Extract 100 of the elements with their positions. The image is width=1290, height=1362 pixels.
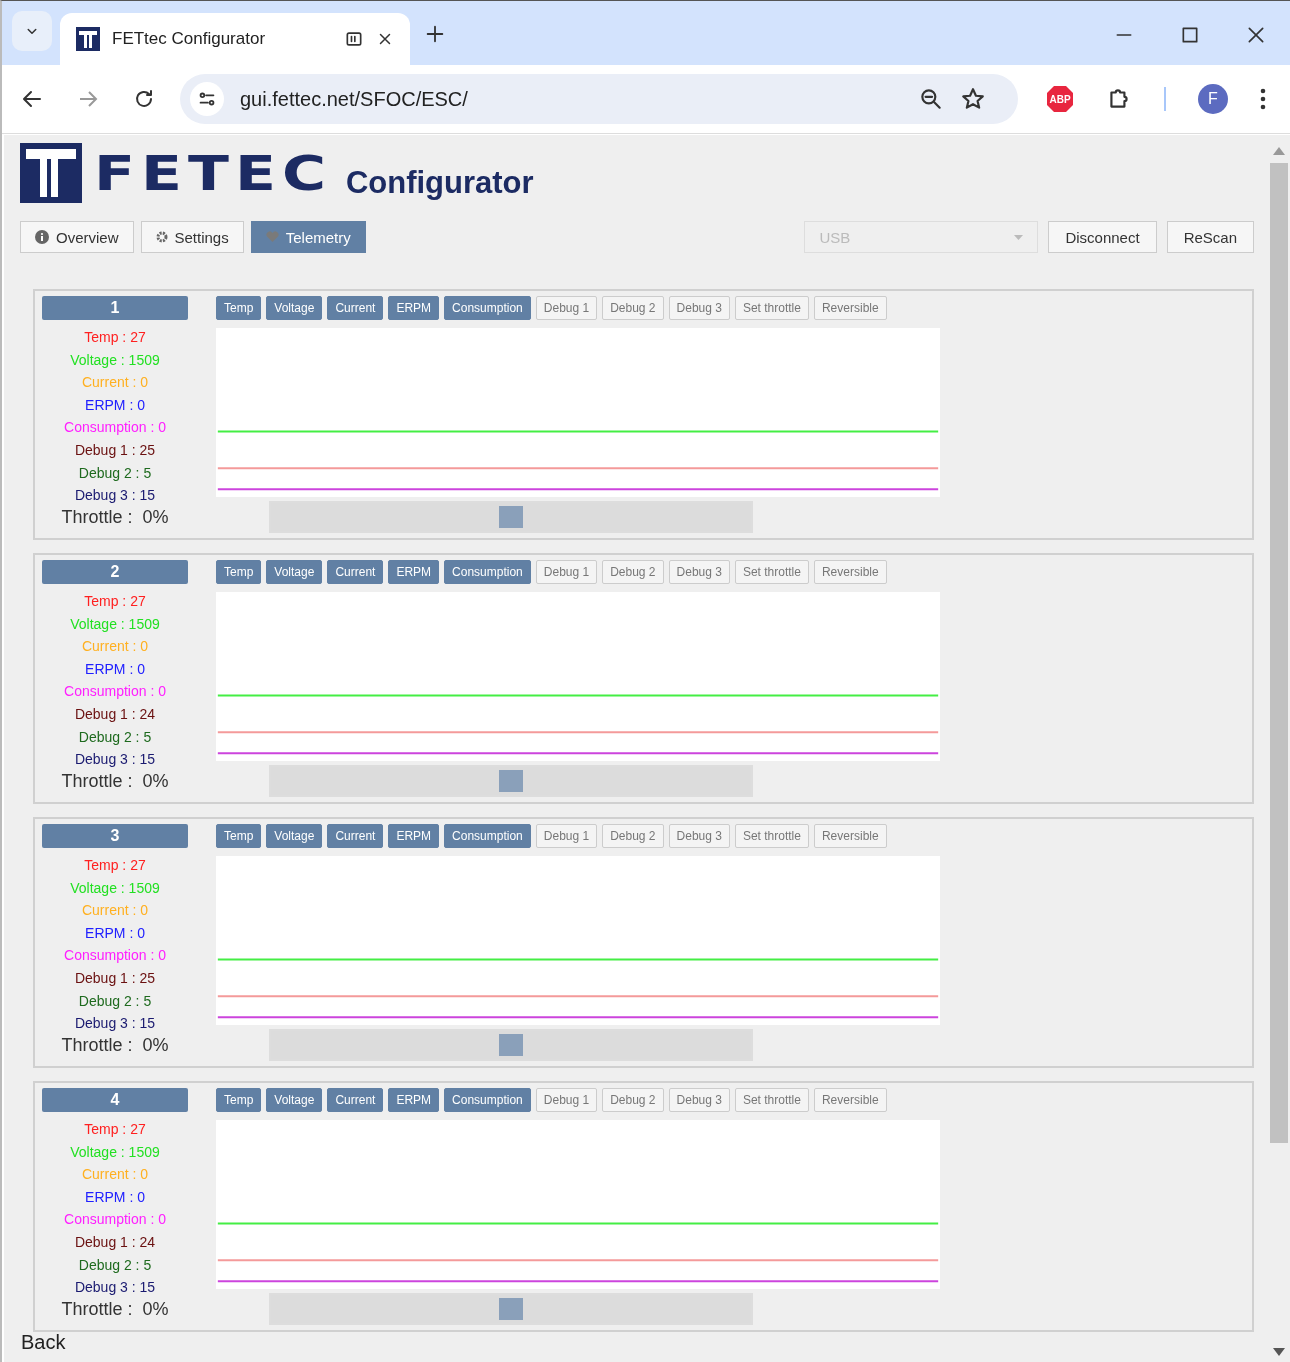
graph-toggle[interactable]: Debug 1 bbox=[535, 824, 598, 848]
graph-toggle[interactable]: Consumption bbox=[444, 296, 531, 320]
graph-toggle[interactable]: Current bbox=[327, 560, 384, 584]
telemetry-readout: Debug 2 : 5 bbox=[78, 1255, 152, 1275]
slider-thumb[interactable] bbox=[499, 506, 523, 529]
graph-toggle[interactable]: Set throttle bbox=[734, 824, 809, 848]
browser-tab[interactable]: FETtec Configurator bbox=[60, 13, 410, 65]
telemetry-readout: Current : 0 bbox=[81, 1165, 149, 1185]
graph-toggle[interactable]: Consumption bbox=[444, 1088, 531, 1112]
telemetry-readout: Debug 3 : 15 bbox=[74, 1014, 156, 1034]
graph-toggle[interactable]: Set throttle bbox=[734, 1088, 809, 1112]
address-bar[interactable]: gui.fettec.net/SFOC/ESC/ bbox=[180, 74, 1018, 124]
graph-toggle[interactable]: Reversible bbox=[813, 560, 887, 584]
graph-toggle[interactable]: Debug 3 bbox=[668, 296, 730, 320]
plus-icon[interactable] bbox=[424, 23, 446, 45]
telemetry-readout: Debug 2 : 5 bbox=[78, 463, 152, 483]
telemetry-readout: Debug 3 : 15 bbox=[74, 486, 156, 506]
graph-toggle[interactable]: Current bbox=[327, 824, 384, 848]
info-icon bbox=[35, 230, 49, 244]
esc-number-header: 4 bbox=[42, 1088, 188, 1112]
graph-toggle[interactable]: Debug 2 bbox=[602, 824, 664, 848]
graph-toggle[interactable]: Debug 1 bbox=[535, 560, 598, 584]
app-title: Configurator bbox=[345, 165, 534, 201]
graph-toggle[interactable]: Reversible bbox=[813, 296, 887, 320]
telemetry-readout: Temp : 27 bbox=[84, 1120, 146, 1139]
graph-toggle[interactable]: ERPM bbox=[388, 560, 440, 584]
maximize-icon[interactable] bbox=[1180, 25, 1200, 45]
graph-toggle[interactable]: Voltage bbox=[266, 824, 323, 848]
zoom-out-icon[interactable] bbox=[918, 86, 944, 112]
action-button[interactable]: ReScan bbox=[1166, 221, 1254, 253]
logo-wordmark: FETEC bbox=[94, 149, 332, 197]
graph-toggle[interactable]: Set throttle bbox=[734, 296, 809, 320]
telemetry-readout: Voltage : 1509 bbox=[70, 1142, 160, 1162]
graph-toggle[interactable]: Debug 1 bbox=[535, 1088, 598, 1112]
telemetry-readout: Consumption : 0 bbox=[64, 1210, 166, 1230]
graph-toggle[interactable]: Current bbox=[327, 296, 384, 320]
telemetry-readout: Debug 2 : 5 bbox=[78, 727, 152, 747]
telemetry-readout: Debug 1 : 24 bbox=[74, 1232, 156, 1252]
graph-toggle[interactable]: ERPM bbox=[388, 296, 440, 320]
graph-toggle[interactable]: Debug 2 bbox=[602, 296, 664, 320]
profile-avatar[interactable]: F bbox=[1198, 84, 1228, 114]
telemetry-readout: ERPM : 0 bbox=[85, 659, 145, 679]
tab-title: FETtec Configurator bbox=[112, 29, 267, 49]
throttle-slider[interactable] bbox=[269, 501, 753, 533]
graph-toggle[interactable]: ERPM bbox=[388, 1088, 440, 1112]
graph-toggle[interactable]: Current bbox=[327, 1088, 384, 1112]
graph-toggle[interactable]: Voltage bbox=[266, 1088, 323, 1112]
graph-toggle[interactable]: Reversible bbox=[813, 824, 887, 848]
graph-toggle[interactable]: Debug 2 bbox=[602, 560, 664, 584]
nav-tab[interactable]: Settings bbox=[140, 221, 244, 253]
esc-number-header: 2 bbox=[42, 560, 188, 584]
graph-toggle[interactable]: Consumption bbox=[444, 824, 531, 848]
graph-toggle[interactable]: Temp bbox=[216, 1088, 262, 1112]
nav-tab[interactable]: Telemetry bbox=[250, 221, 366, 253]
esc-number-header: 3 bbox=[42, 824, 188, 848]
throttle-slider[interactable] bbox=[269, 1293, 753, 1325]
telemetry-readout: Debug 1 : 24 bbox=[74, 704, 156, 724]
graph-toggle[interactable]: Voltage bbox=[266, 296, 323, 320]
telemetry-readout: Current : 0 bbox=[81, 373, 149, 393]
graph-toggle[interactable]: Debug 3 bbox=[668, 1088, 730, 1112]
throttle-slider[interactable] bbox=[269, 765, 753, 797]
back-link[interactable]: Back bbox=[21, 1331, 66, 1354]
graph-toggle[interactable]: Debug 2 bbox=[602, 1088, 664, 1112]
graph-toggle[interactable]: Temp bbox=[216, 824, 262, 848]
scrollbar-thumb[interactable] bbox=[1270, 163, 1288, 1143]
memory-chip-icon[interactable] bbox=[344, 29, 364, 49]
telemetry-readout: Voltage : 1509 bbox=[70, 350, 160, 370]
graph-toggle[interactable]: Set throttle bbox=[734, 560, 809, 584]
telemetry-readout: ERPM : 0 bbox=[85, 923, 145, 943]
menu-icon[interactable] bbox=[1260, 88, 1266, 110]
graph-toggle[interactable]: Voltage bbox=[266, 560, 323, 584]
nav-tab[interactable]: Overview bbox=[20, 221, 134, 253]
throttle-slider[interactable] bbox=[269, 1029, 753, 1061]
esc-number-header: 1 bbox=[42, 296, 188, 320]
telemetry-readout: Current : 0 bbox=[81, 637, 149, 657]
scroll-down-icon[interactable] bbox=[1273, 1348, 1285, 1356]
url-text: gui.fettec.net/SFOC/ESC/ bbox=[240, 87, 469, 111]
graph-toggle[interactable]: Reversible bbox=[813, 1088, 887, 1112]
graph-toggle[interactable]: Debug 3 bbox=[668, 824, 730, 848]
graph-toggle[interactable]: Debug 1 bbox=[535, 296, 598, 320]
slider-thumb[interactable] bbox=[499, 1298, 523, 1321]
graph-toggle[interactable]: Temp bbox=[216, 560, 262, 584]
telemetry-readout: Voltage : 1509 bbox=[70, 614, 160, 634]
action-button[interactable]: Disconnect bbox=[1048, 221, 1157, 253]
slider-thumb[interactable] bbox=[499, 1034, 523, 1057]
telemetry-readout: Consumption : 0 bbox=[64, 418, 166, 438]
graph-toggle[interactable]: ERPM bbox=[388, 824, 440, 848]
stop-sign-icon[interactable]: ABP bbox=[1046, 85, 1074, 113]
telemetry-readout: Current : 0 bbox=[81, 901, 149, 921]
star-icon[interactable] bbox=[960, 86, 986, 112]
telemetry-readout: Voltage : 1509 bbox=[70, 878, 160, 898]
graph-toggle[interactable]: Temp bbox=[216, 296, 262, 320]
telemetry-readout: Debug 3 : 15 bbox=[74, 1278, 156, 1298]
graph-toggle[interactable]: Consumption bbox=[444, 560, 531, 584]
telemetry-readout: Debug 1 : 25 bbox=[74, 968, 156, 988]
heart-icon bbox=[265, 231, 279, 243]
slider-thumb[interactable] bbox=[499, 770, 523, 793]
graph-toggle[interactable]: Debug 3 bbox=[668, 560, 730, 584]
close-icon[interactable] bbox=[1246, 25, 1266, 45]
telemetry-readout: Consumption : 0 bbox=[64, 682, 166, 702]
